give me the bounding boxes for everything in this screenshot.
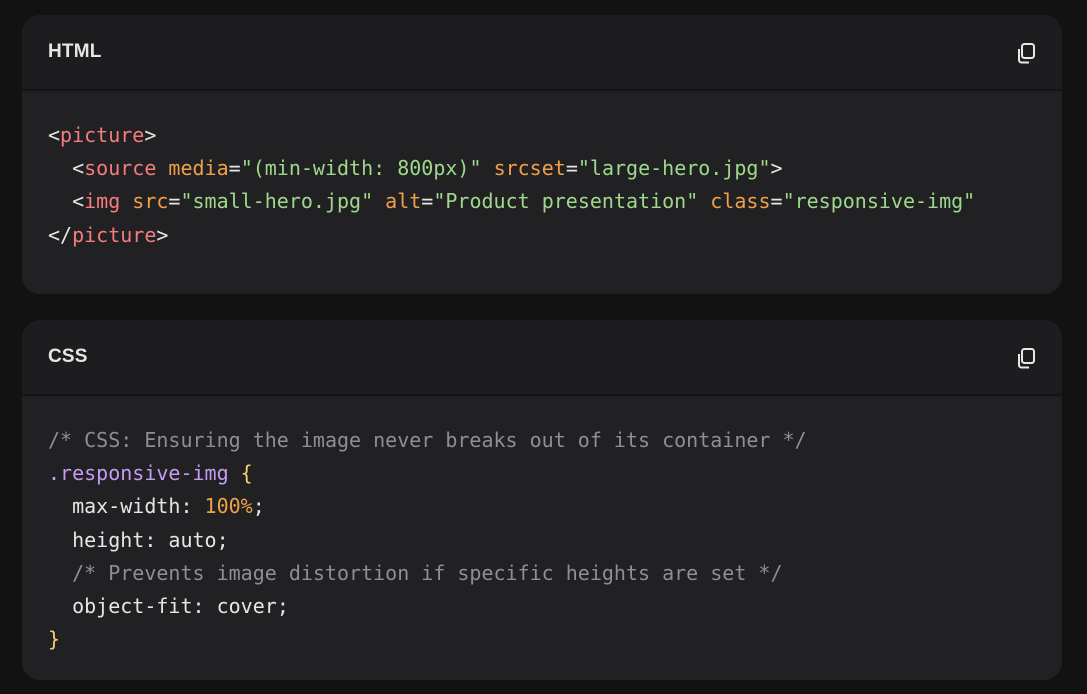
code-token-punct: : [192,593,217,618]
code-token-punct: < [48,189,85,214]
code-token-value: auto [168,527,217,552]
code-token-tag: picture [60,123,145,147]
code-content: <picture> <source media="(min-width: 800… [22,119,1062,252]
code-token-attr: media [168,156,229,181]
code-token-string: "Product presentation" [433,189,699,214]
code-token-prop: object-fit [48,593,193,618]
code-token-tag: img [84,189,121,214]
code-block-header: HTML [22,15,1062,91]
code-token-punct: = [168,189,181,214]
code-token-comment: /* Prevents image distortion if specific… [48,560,783,585]
code-token-attr: alt [385,189,422,214]
copy-button[interactable] [1014,40,1040,66]
code-line: <img src="small-hero.jpg" alt="Product p… [48,185,1062,218]
code-token-selector: .responsive-img [48,461,229,486]
css-code-block: CSS /* CSS: Ensuring the image never bre… [22,320,1062,680]
code-token-string: "small-hero.jpg" [180,189,374,214]
code-token-comment: /* CSS: Ensuring the image never breaks … [48,428,807,452]
copy-icon [1018,43,1035,64]
code-token-punct: = [565,156,578,181]
code-content: /* CSS: Ensuring the image never breaks … [22,424,1062,656]
code-token-value: cover [216,593,277,618]
code-token-punct: = [770,189,783,214]
code-line: object-fit: cover; [48,590,1062,623]
code-token-punct: ; [276,593,289,618]
code-token-attr: src [132,189,169,214]
code-token-punct [156,156,168,180]
code-token-punct [698,189,710,213]
code-token-punct: < [48,156,85,181]
language-label: CSS [48,346,88,367]
code-token-punct: > [156,222,169,247]
code-token-brace: } [48,627,61,652]
code-token-punct: > [144,123,157,147]
code-token-attr: srcset [493,156,566,181]
code-line: .responsive-img { [48,457,1062,490]
copy-icon [1018,348,1035,369]
code-token-attr: class [710,189,771,214]
code-token-punct [120,189,132,213]
code-token-prop: height [48,527,145,552]
code-token-brace: { [240,461,253,486]
code-token-tag: source [84,156,157,181]
code-token-punct [482,156,494,180]
code-token-punct: : [144,527,169,552]
code-token-punct: ; [252,494,265,519]
code-token-punct: </ [48,222,73,247]
code-body: <picture> <source media="(min-width: 800… [22,93,1062,294]
code-token-punct: ; [216,527,229,552]
code-token-punct [373,189,385,213]
code-token-string: "large-hero.jpg" [577,156,771,181]
code-token-punct: = [421,189,434,214]
code-line: /* Prevents image distortion if specific… [48,557,1062,590]
code-token-string: "responsive-img" [782,189,976,214]
html-code-block: HTML <picture> <source media="(min-width… [22,15,1062,294]
code-token-string: "(min-width: 800px)" [240,156,482,181]
code-line: } [48,623,1062,656]
code-token-punct: < [48,123,61,147]
code-body: /* CSS: Ensuring the image never breaks … [22,398,1062,680]
code-token-tag: picture [72,222,157,247]
code-line: height: auto; [48,524,1062,557]
code-token-punct: : [180,494,205,519]
language-label: HTML [48,41,102,62]
code-token-number: 100% [204,494,253,519]
code-token-punct: > [770,156,783,181]
copy-button[interactable] [1014,345,1040,371]
code-block-header: CSS [22,320,1062,396]
code-line: <picture> [48,119,1062,152]
code-token-punct [229,461,241,485]
code-line: <source media="(min-width: 800px)" srcse… [48,152,1062,185]
code-line: /* CSS: Ensuring the image never breaks … [48,424,1062,457]
code-token-prop: max-width [48,494,181,519]
code-token-punct: = [228,156,241,181]
code-line: </picture> [48,219,1062,252]
code-line: max-width: 100%; [48,490,1062,523]
